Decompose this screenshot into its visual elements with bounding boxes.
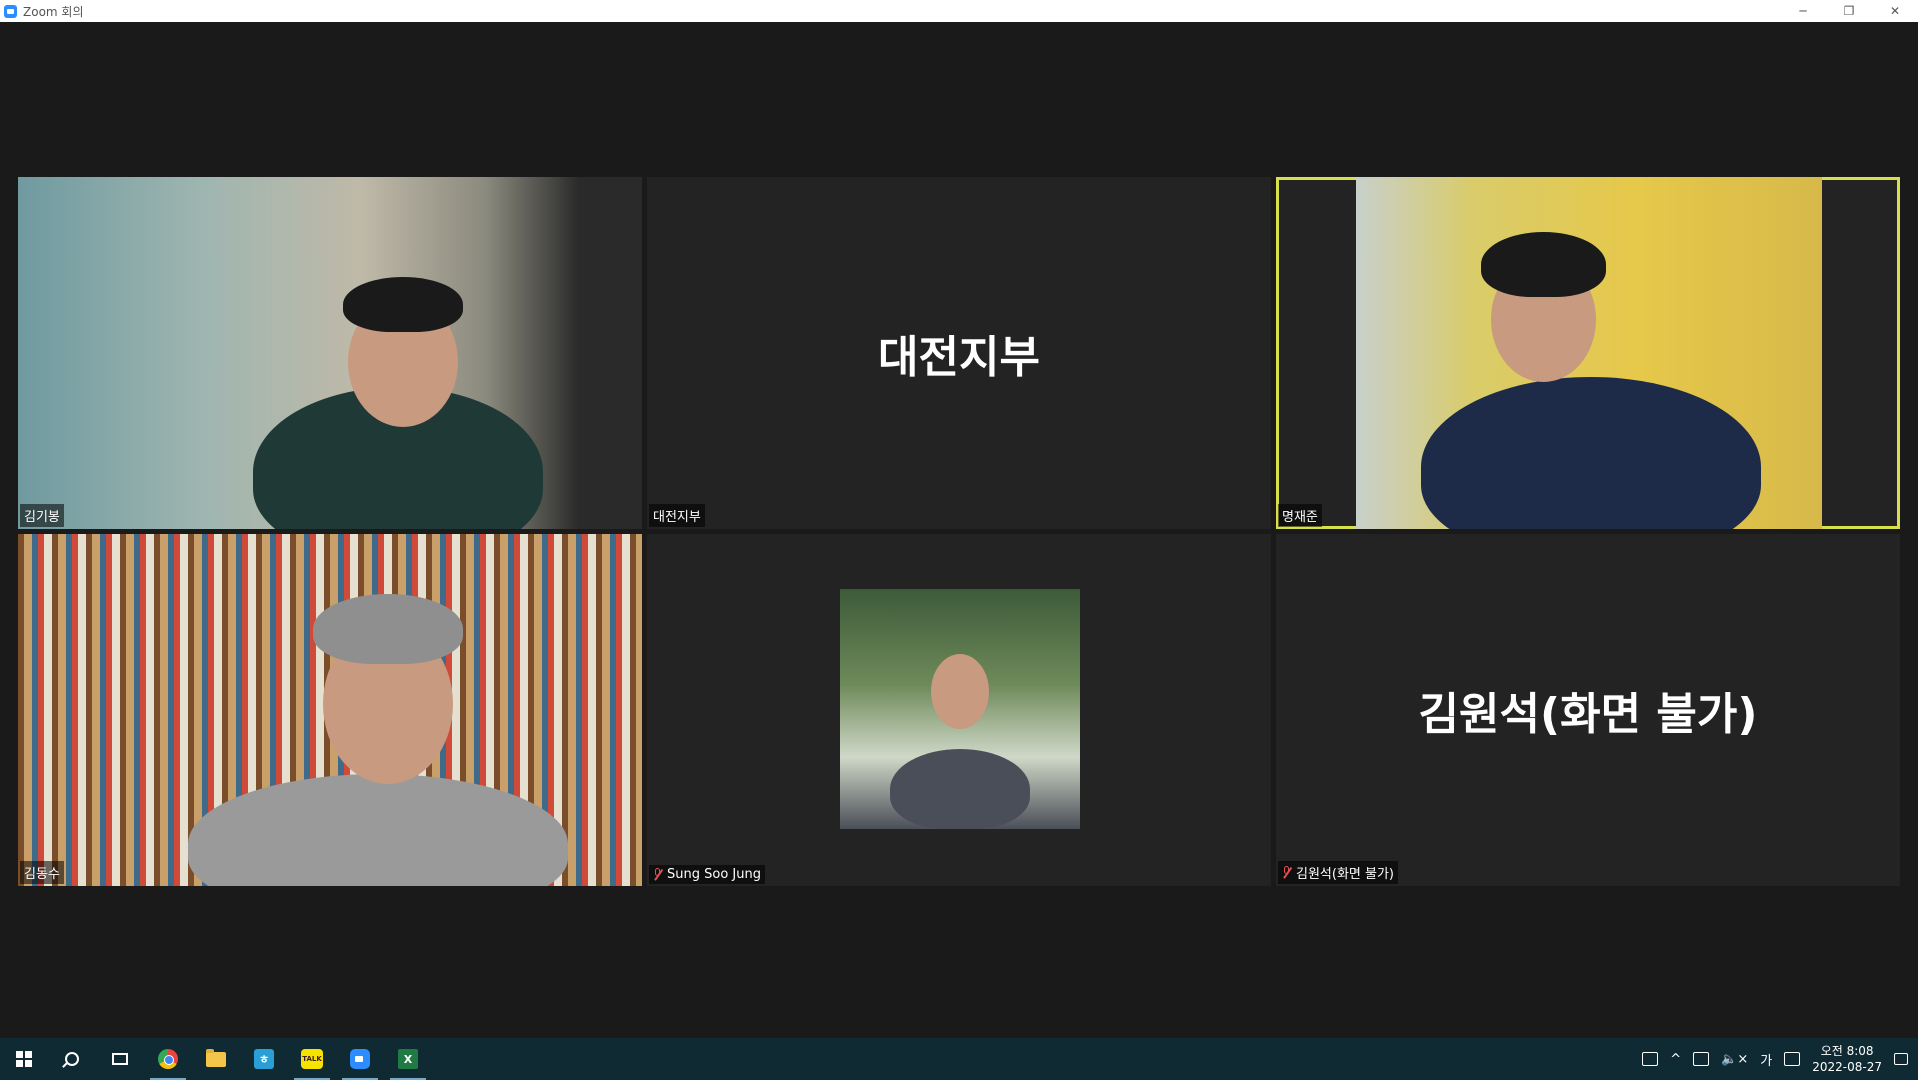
- taskbar-excel[interactable]: X: [384, 1038, 432, 1080]
- participant-tile-daejeon[interactable]: 대전지부 대전지부: [647, 177, 1271, 529]
- excel-icon: X: [398, 1049, 418, 1069]
- mic-muted-icon: [653, 868, 663, 881]
- window-titlebar: Zoom 회의 ─ ❐ ✕: [0, 0, 1918, 22]
- task-view-icon: [112, 1053, 128, 1065]
- taskbar-file-explorer[interactable]: [192, 1038, 240, 1080]
- meeting-gallery: 김기봉 대전지부 대전지부 명재준 김동수 Sung Soo Jung 김원석(…: [0, 22, 1918, 1038]
- notification-center-icon[interactable]: [1894, 1053, 1908, 1065]
- chrome-icon: [158, 1049, 178, 1069]
- ime-indicator[interactable]: 가: [1760, 1050, 1772, 1069]
- participant-display-name: 김원석(화면 불가): [1418, 689, 1758, 740]
- tray-overflow-chevron-icon[interactable]: ^: [1670, 1052, 1681, 1067]
- taskbar-zoom[interactable]: [336, 1038, 384, 1080]
- keyboard-icon[interactable]: [1642, 1052, 1659, 1066]
- folder-icon: [206, 1048, 226, 1067]
- hanword-icon: ㅎ: [254, 1049, 274, 1069]
- participant-name-label: 명재준: [1278, 504, 1322, 527]
- participant-name: 대전지부: [653, 510, 701, 525]
- participant-hair: [343, 277, 463, 332]
- participant-name-label: Sung Soo Jung: [649, 865, 765, 884]
- participant-name: 김기봉: [24, 510, 60, 525]
- close-button[interactable]: ✕: [1872, 0, 1918, 22]
- window-title: Zoom 회의: [23, 4, 84, 19]
- system-tray: ^ 🔈× 가 오전 8:08 2022-08-27: [1642, 1038, 1918, 1080]
- taskbar-kakaotalk[interactable]: TALK: [288, 1038, 336, 1080]
- participant-tile-kim-wonseok[interactable]: 김원석(화면 불가) 김원석(화면 불가): [1276, 534, 1900, 886]
- participant-name-label: 김원석(화면 불가): [1278, 861, 1398, 884]
- zoom-app-icon: [4, 4, 17, 18]
- participant-face: [931, 654, 989, 729]
- ime-pad-icon[interactable]: [1784, 1052, 1801, 1066]
- participant-name-label: 김기봉: [20, 504, 64, 527]
- task-view-button[interactable]: [96, 1038, 144, 1080]
- taskbar-hanword[interactable]: ㅎ: [240, 1038, 288, 1080]
- minimize-button[interactable]: ─: [1780, 0, 1826, 22]
- participant-hair: [1481, 232, 1606, 297]
- search-icon: [65, 1052, 79, 1066]
- clock-time: 오전 8:08: [1820, 1044, 1874, 1058]
- windows-logo-icon: [16, 1051, 32, 1067]
- participant-display-name: 대전지부: [878, 332, 1040, 383]
- participant-name-label: 김동수: [20, 861, 64, 884]
- participant-name: 김원석(화면 불가): [1296, 867, 1394, 882]
- search-button[interactable]: [48, 1038, 96, 1080]
- mic-muted-icon: [1282, 866, 1292, 879]
- network-icon[interactable]: [1693, 1052, 1710, 1066]
- windows-taskbar: ㅎ TALK X ^ 🔈× 가 오전 8:08 2022-08-27: [0, 1038, 1918, 1080]
- participant-hair: [313, 594, 463, 664]
- participant-name-label: 대전지부: [649, 504, 705, 527]
- taskbar-chrome[interactable]: [144, 1038, 192, 1080]
- participant-name: 명재준: [1282, 510, 1318, 525]
- participant-tile-sung-soo-jung[interactable]: Sung Soo Jung: [647, 534, 1271, 886]
- kakaotalk-icon: TALK: [301, 1049, 323, 1069]
- participant-body: [890, 749, 1030, 829]
- clock-date: 2022-08-27: [1812, 1060, 1882, 1074]
- participant-name: 김동수: [24, 867, 60, 882]
- participant-tile-myung-jaejun[interactable]: 명재준: [1276, 177, 1900, 529]
- taskbar-clock[interactable]: 오전 8:08 2022-08-27: [1812, 1043, 1882, 1075]
- restore-button[interactable]: ❐: [1826, 0, 1872, 22]
- volume-muted-icon[interactable]: 🔈×: [1721, 1052, 1748, 1067]
- participant-tile-kim-gibong[interactable]: 김기봉: [18, 177, 642, 529]
- zoom-icon: [350, 1049, 370, 1069]
- participant-name: Sung Soo Jung: [667, 867, 761, 882]
- start-button[interactable]: [0, 1038, 48, 1080]
- participant-tile-kim-dongsu[interactable]: 김동수: [18, 534, 642, 886]
